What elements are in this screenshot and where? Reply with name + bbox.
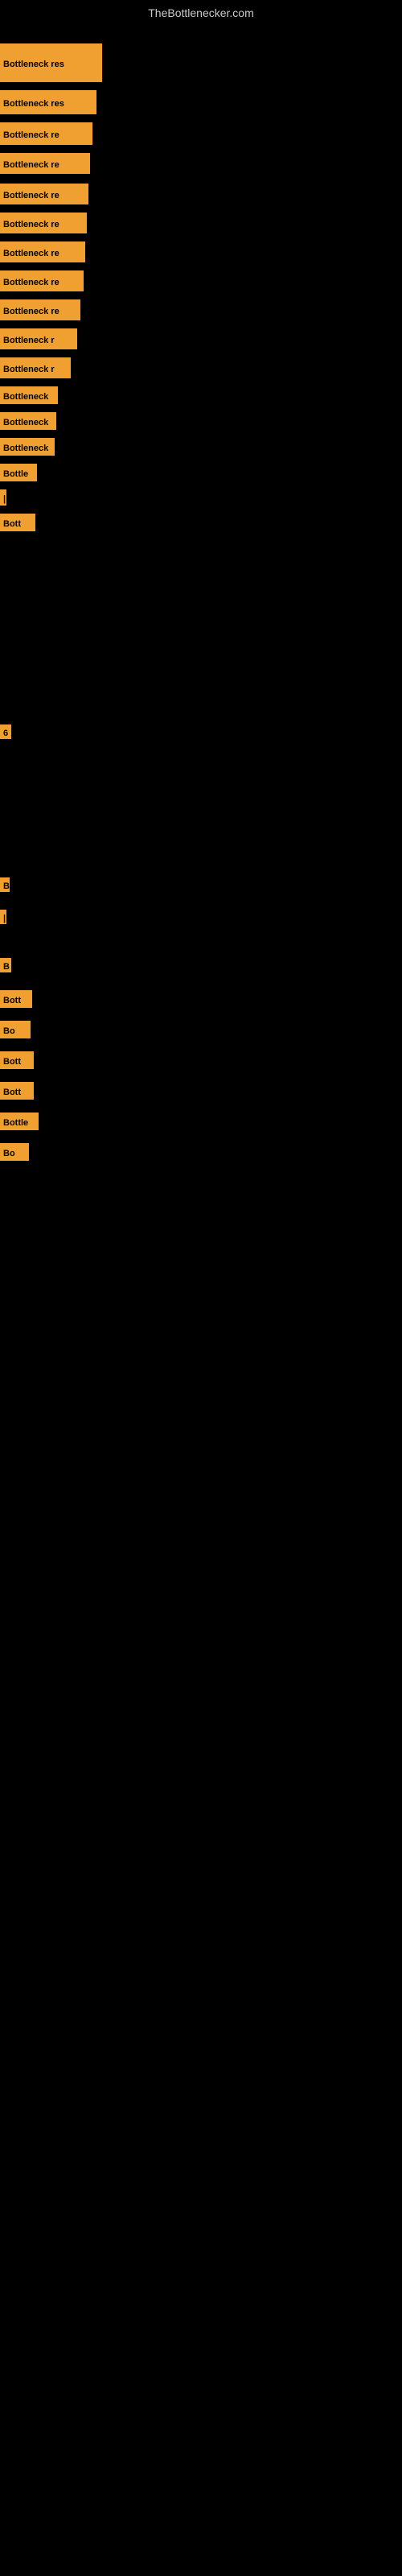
bottleneck-item: Bottleneck — [0, 438, 55, 456]
bottleneck-item: Bott — [0, 514, 35, 531]
bottleneck-item: Bottleneck res — [0, 43, 102, 82]
bottleneck-item: Bottleneck re — [0, 153, 90, 174]
bottleneck-item: Bottleneck res — [0, 90, 96, 114]
bottleneck-item: Bottle — [0, 1113, 39, 1130]
bottleneck-item: Bottleneck re — [0, 122, 92, 145]
bottleneck-item: B — [0, 877, 10, 892]
bottleneck-item: Bott — [0, 990, 32, 1008]
bottleneck-item: Bottleneck r — [0, 357, 71, 378]
bottleneck-item: B — [0, 958, 11, 972]
bottleneck-item: Bott — [0, 1051, 34, 1069]
bottleneck-item: 6 — [0, 724, 11, 739]
bottleneck-item: Bottleneck — [0, 386, 58, 404]
bottleneck-item: Bo — [0, 1143, 29, 1161]
bottleneck-item: | — [0, 489, 6, 506]
bottleneck-item: Bottleneck re — [0, 270, 84, 291]
bottleneck-item: Bottleneck re — [0, 299, 80, 320]
bottleneck-item: Bottleneck r — [0, 328, 77, 349]
bottleneck-item: Bottleneck re — [0, 242, 85, 262]
bottleneck-item: Bott — [0, 1082, 34, 1100]
bottleneck-item: Bottleneck re — [0, 184, 88, 204]
site-title: TheBottlenecker.com — [148, 6, 254, 19]
bottleneck-item: Bottle — [0, 464, 37, 481]
bottleneck-item: Bo — [0, 1021, 31, 1038]
bottleneck-item: Bottleneck — [0, 412, 56, 430]
bottleneck-item: | — [0, 910, 6, 924]
bottleneck-item: Bottleneck re — [0, 213, 87, 233]
